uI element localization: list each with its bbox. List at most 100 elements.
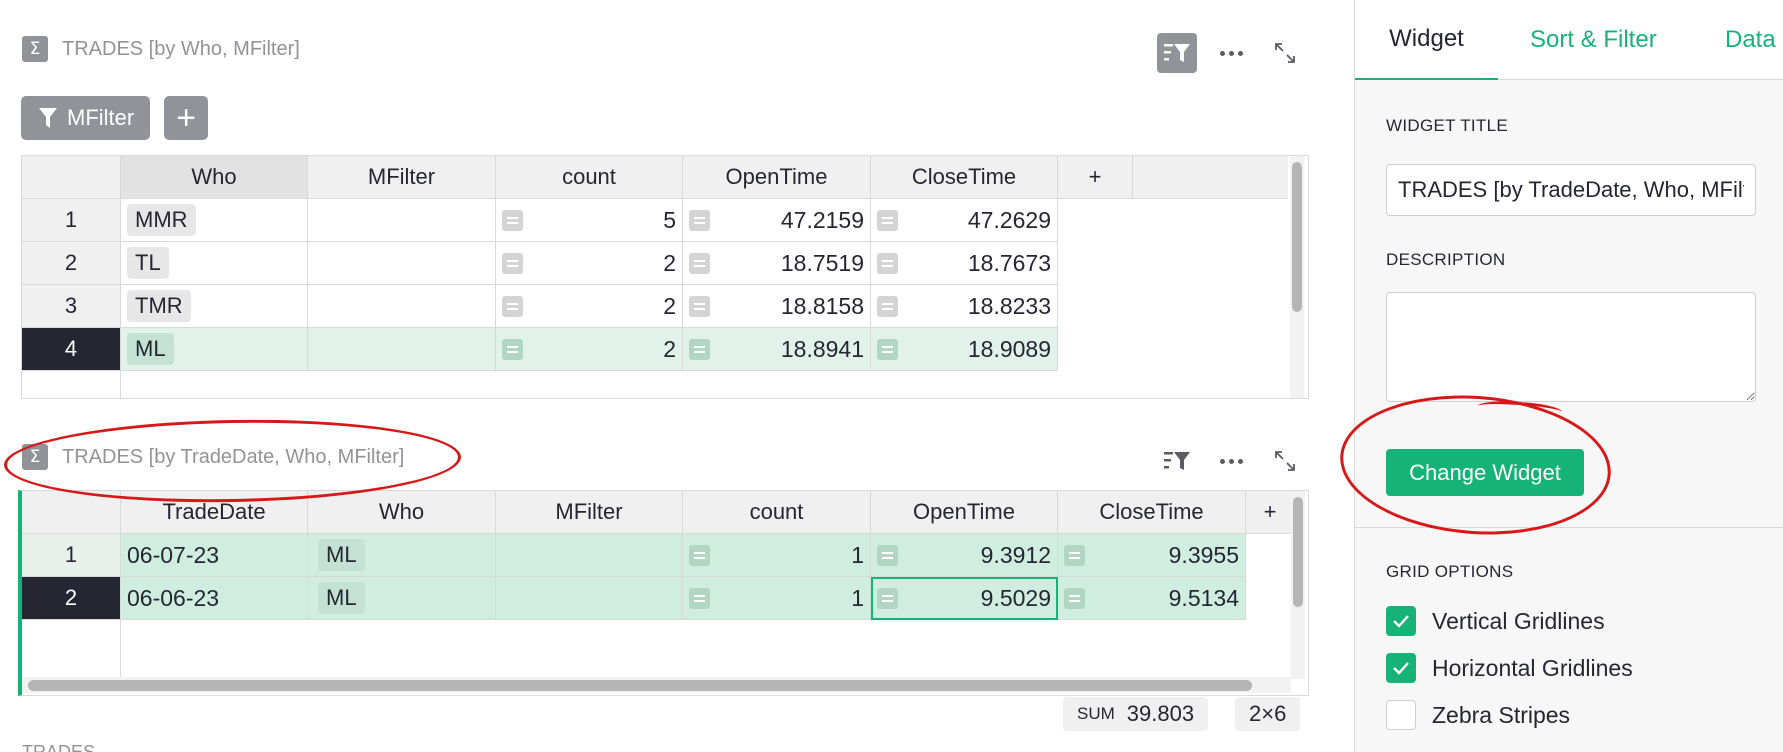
count-cell[interactable]: 2 [496,242,683,285]
formula-icon [689,210,710,231]
who-cell[interactable]: ML [121,328,308,371]
closetime-cell[interactable]: 18.8233 [871,285,1058,328]
scroll-thumb[interactable] [28,680,1252,691]
sort-filter-icon[interactable] [1157,33,1197,73]
who-cell[interactable]: MMR [121,199,308,242]
who-cell[interactable]: TMR [121,285,308,328]
mfilter-cell[interactable] [308,328,496,371]
summary-table-icon[interactable]: Σ [22,36,48,62]
corner-cell[interactable] [22,156,121,199]
opentime-value: 18.8941 [780,335,864,362]
checkbox-checked[interactable] [1386,653,1416,683]
option-horizontal-gridlines[interactable]: Horizontal Gridlines [1386,653,1633,683]
opentime-cell-cursor[interactable]: 9.5029 [871,577,1058,620]
table-row[interactable]: 2 TL 2 18.7519 18.7673 [22,242,1058,285]
corner-cell[interactable] [22,491,121,534]
expand-icon[interactable] [1265,441,1305,481]
column-header[interactable]: TradeDate [121,491,308,534]
column-header[interactable]: MFilter [496,491,683,534]
widget2-grid: TradeDate Who MFilter count OpenTime Clo… [18,490,1309,696]
column-header[interactable]: count [683,491,871,534]
count-cell[interactable]: 2 [496,328,683,371]
header-filler [1133,156,1288,199]
mfilter-cell[interactable] [308,199,496,242]
opentime-cell[interactable]: 9.3912 [871,534,1058,577]
row-number[interactable]: 1 [22,199,121,242]
column-header[interactable]: CloseTime [871,156,1058,199]
column-header[interactable]: Who [121,156,308,199]
mfilter-cell[interactable] [496,577,683,620]
option-zebra-stripes[interactable]: Zebra Stripes [1386,700,1570,730]
mfilter-cell[interactable] [308,242,496,285]
widget3-title[interactable]: TRADES [22,742,95,752]
column-header[interactable]: Who [308,491,496,534]
checkbox-checked[interactable] [1386,606,1416,636]
closetime-cell[interactable]: 9.5134 [1058,577,1246,620]
filter-button-label: MFilter [67,105,135,130]
closetime-cell[interactable]: 47.2629 [871,199,1058,242]
description-input[interactable] [1386,292,1756,402]
table-row[interactable]: 3 TMR 2 18.8158 18.8233 [22,285,1058,328]
checkbox-unchecked[interactable] [1386,700,1416,730]
who-chip: MMR [127,204,196,236]
row-number[interactable]: 2 [22,242,121,285]
column-header[interactable]: count [496,156,683,199]
table-row-selected[interactable]: 4 ML 2 18.8941 18.9089 [22,328,1058,371]
change-widget-button[interactable]: Change Widget [1386,449,1584,496]
formula-icon [502,210,523,231]
expand-icon[interactable] [1265,33,1305,73]
column-header[interactable]: OpenTime [683,156,871,199]
opentime-cell[interactable]: 18.8941 [683,328,871,371]
widget1-title[interactable]: TRADES [by Who, MFilter] [62,38,300,61]
mfilter-cell[interactable] [308,285,496,328]
tab-widget[interactable]: Widget [1355,0,1498,80]
closetime-cell[interactable]: 9.3955 [1058,534,1246,577]
horizontal-scrollbar[interactable] [22,677,1291,693]
count-cell[interactable]: 1 [683,534,871,577]
scroll-thumb[interactable] [1292,162,1302,312]
formula-icon [877,253,898,274]
table-row-selected[interactable]: 2 06-06-23 ML 1 9.5029 9.5134 [22,577,1246,620]
count-cell[interactable]: 5 [496,199,683,242]
row-number[interactable]: 1 [22,534,121,577]
add-column-button[interactable]: + [1058,156,1133,199]
who-chip: TL [127,247,169,279]
column-header[interactable]: OpenTime [871,491,1058,534]
add-column-button[interactable]: + [1246,491,1294,534]
more-options-icon[interactable] [1211,441,1251,481]
closetime-cell[interactable]: 18.9089 [871,328,1058,371]
row-number[interactable]: 4 [22,328,121,371]
widget-title-input[interactable] [1386,164,1756,216]
mfilter-cell[interactable] [496,534,683,577]
opentime-cell[interactable]: 18.8158 [683,285,871,328]
more-options-icon[interactable] [1211,33,1251,73]
tradedate-cell[interactable]: 06-07-23 [121,534,308,577]
vertical-scrollbar[interactable] [1291,491,1305,679]
closetime-cell[interactable]: 18.7673 [871,242,1058,285]
row-number[interactable]: 2 [22,577,121,620]
table-row[interactable]: 1 06-07-23 ML 1 9.3912 9.3955 [22,534,1246,577]
mfilter-filter-button[interactable]: MFilter [21,96,151,140]
column-header[interactable]: CloseTime [1058,491,1246,534]
count-cell[interactable]: 1 [683,577,871,620]
tab-sort-filter[interactable]: Sort & Filter [1530,0,1657,80]
who-cell[interactable]: ML [308,534,496,577]
row-number[interactable]: 3 [22,285,121,328]
option-vertical-gridlines[interactable]: Vertical Gridlines [1386,606,1605,636]
table-row[interactable]: 1 MMR 5 47.2159 47.2629 [22,199,1058,242]
column-header[interactable]: MFilter [308,156,496,199]
sort-filter-icon[interactable] [1157,441,1197,481]
count-cell[interactable]: 2 [496,285,683,328]
scroll-thumb[interactable] [1293,497,1303,607]
opentime-cell[interactable]: 47.2159 [683,199,871,242]
opentime-cell[interactable]: 18.7519 [683,242,871,285]
formula-icon [877,296,898,317]
who-cell[interactable]: TL [121,242,308,285]
summary-table-icon[interactable]: Σ [22,444,48,470]
who-cell[interactable]: ML [308,577,496,620]
vertical-scrollbar[interactable] [1290,156,1304,398]
tab-data[interactable]: Data [1725,0,1776,80]
tradedate-cell[interactable]: 06-06-23 [121,577,308,620]
widget2-title[interactable]: TRADES [by TradeDate, Who, MFilter] [62,446,404,469]
add-filter-button[interactable]: + [164,96,209,140]
